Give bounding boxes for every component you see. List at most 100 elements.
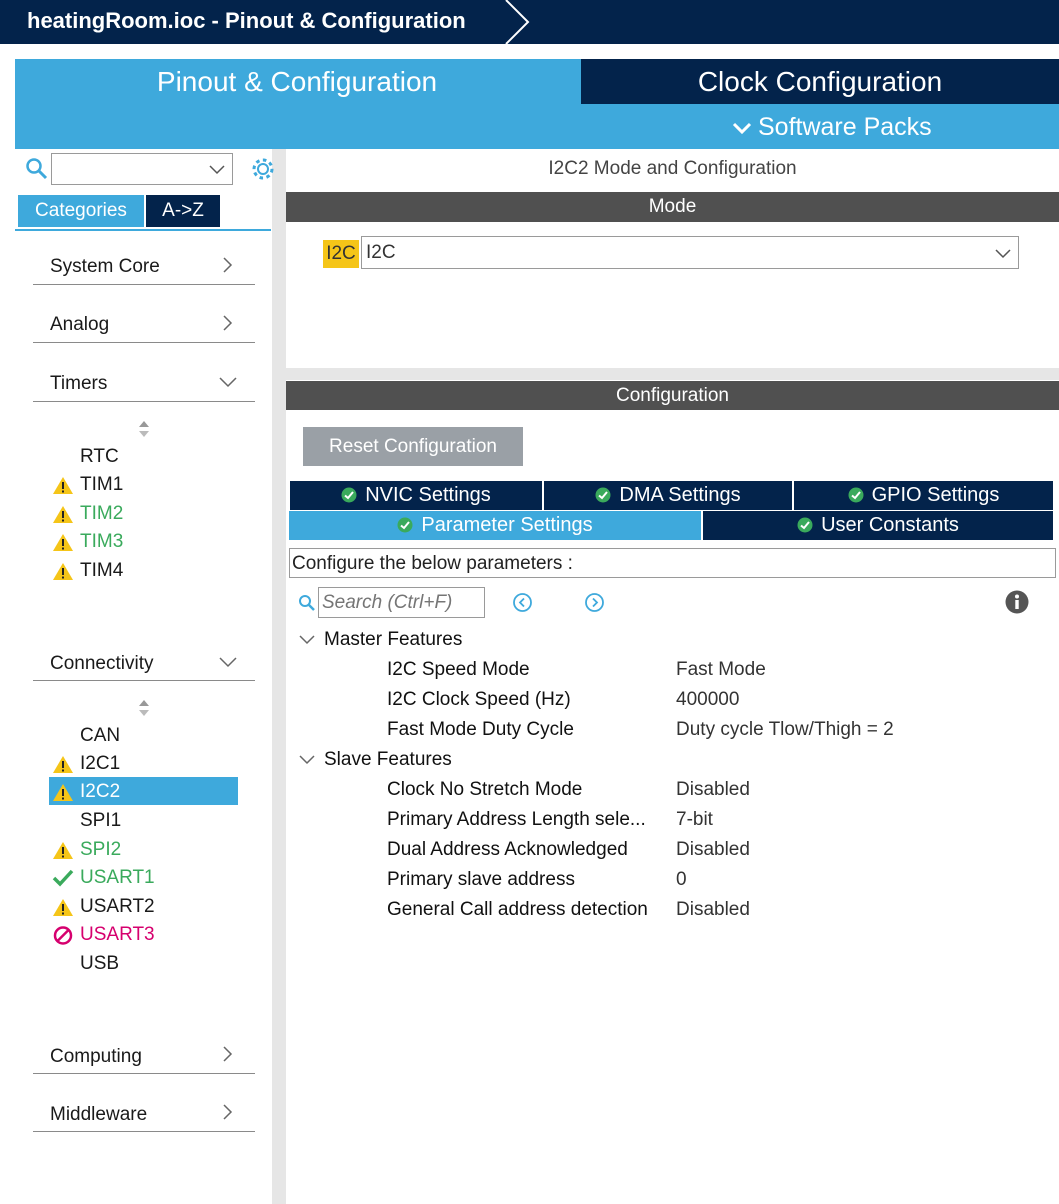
group-slave-features[interactable]: Slave Features [324, 749, 452, 771]
reset-configuration-button[interactable]: Reset Configuration [303, 427, 523, 466]
breadcrumb[interactable]: heatingRoom.ioc - Pinout & Configuration [0, 0, 505, 44]
software-packs-label: Software Packs [758, 113, 932, 141]
connectivity-item-i2c2[interactable]: I2C2 [80, 781, 120, 803]
param-name[interactable]: Fast Mode Duty Cycle [387, 719, 574, 741]
connectivity-item-i2c1[interactable]: I2C1 [80, 753, 120, 775]
check-circle-icon [797, 517, 813, 533]
panel-splitter[interactable] [272, 149, 286, 1204]
chevron-right-icon[interactable] [218, 1045, 238, 1063]
connectivity-item-spi1[interactable]: SPI1 [80, 810, 121, 832]
parameters-description: Configure the below parameters : [289, 548, 1056, 578]
check-icon [52, 869, 74, 887]
chevron-down-icon [732, 123, 752, 135]
warning-icon [53, 563, 73, 580]
disabled-icon [53, 926, 73, 945]
warning-icon [53, 477, 73, 494]
tab-gpio-settings[interactable]: GPIO Settings [794, 481, 1053, 510]
group-master-features[interactable]: Master Features [324, 629, 462, 651]
mode-header: Mode [286, 192, 1059, 222]
next-match-icon[interactable] [584, 592, 605, 613]
mode-select[interactable]: I2C [361, 236, 1019, 269]
chevron-right-icon[interactable] [218, 1103, 238, 1121]
mode-select-value: I2C [366, 242, 396, 263]
chevron-down-icon[interactable] [298, 753, 316, 767]
chevron-down-icon[interactable] [994, 248, 1012, 260]
check-circle-icon [341, 487, 357, 503]
param-value[interactable]: Duty cycle Tlow/Thigh = 2 [676, 719, 894, 741]
search-icon[interactable] [25, 157, 49, 181]
sort-icon[interactable] [137, 699, 151, 717]
panel-title: I2C2 Mode and Configuration [548, 158, 797, 179]
tab-label: Parameter Settings [421, 514, 593, 536]
warning-icon [53, 842, 73, 859]
timer-item-tim4[interactable]: TIM4 [80, 560, 123, 582]
chevron-down-icon[interactable] [218, 374, 238, 390]
warning-icon [53, 784, 73, 801]
chevron-right-icon[interactable] [218, 314, 238, 332]
param-name[interactable]: I2C Clock Speed (Hz) [387, 689, 571, 711]
warning-icon [53, 899, 73, 916]
param-value[interactable]: 0 [676, 869, 687, 891]
tab-label: NVIC Settings [365, 484, 491, 506]
parameter-search-input[interactable] [318, 587, 485, 618]
param-value[interactable]: Fast Mode [676, 659, 766, 681]
param-value[interactable]: Disabled [676, 779, 750, 801]
info-icon[interactable] [1005, 590, 1029, 614]
sort-icon[interactable] [137, 420, 151, 438]
tab-label: User Constants [821, 514, 959, 536]
connectivity-item-usart1[interactable]: USART1 [80, 867, 155, 889]
chevron-down-icon[interactable] [298, 633, 316, 647]
connectivity-item-can[interactable]: CAN [80, 725, 120, 747]
param-name[interactable]: Dual Address Acknowledged [387, 839, 628, 861]
param-value[interactable]: 400000 [676, 689, 739, 711]
tab-a-to-z[interactable]: A->Z [146, 195, 220, 227]
chevron-down-icon[interactable] [208, 164, 226, 176]
gear-icon[interactable] [250, 156, 276, 182]
connectivity-item-spi2[interactable]: SPI2 [80, 839, 121, 861]
param-name[interactable]: General Call address detection [387, 899, 648, 921]
param-value[interactable]: Disabled [676, 899, 750, 921]
param-name[interactable]: Clock No Stretch Mode [387, 779, 582, 801]
selected-row-highlight [49, 777, 238, 805]
param-name[interactable]: I2C Speed Mode [387, 659, 530, 681]
tab-label: GPIO Settings [871, 484, 1000, 506]
previous-match-icon[interactable] [512, 592, 533, 613]
divider [33, 401, 255, 402]
chevron-right-icon[interactable] [218, 256, 238, 274]
tab-dma-settings[interactable]: DMA Settings [544, 481, 792, 510]
tab-clock-configuration[interactable]: Clock Configuration [581, 59, 1059, 104]
param-name[interactable]: Primary Address Length sele... [387, 809, 646, 831]
connectivity-item-usart3[interactable]: USART3 [80, 924, 155, 946]
param-name[interactable]: Primary slave address [387, 869, 575, 891]
tab-user-constants[interactable]: User Constants [703, 511, 1053, 540]
connectivity-item-usb[interactable]: USB [80, 953, 119, 975]
param-value[interactable]: 7-bit [676, 809, 713, 831]
warning-icon [53, 756, 73, 773]
timer-item-tim1[interactable]: TIM1 [80, 474, 123, 496]
tab-parameter-settings[interactable]: Parameter Settings [289, 511, 701, 540]
check-circle-icon [595, 487, 611, 503]
check-circle-icon [397, 517, 413, 533]
divider [33, 1131, 255, 1132]
divider [33, 680, 255, 681]
panel-splitter[interactable] [286, 368, 1059, 380]
connectivity-item-usart2[interactable]: USART2 [80, 896, 155, 918]
timer-item-tim3[interactable]: TIM3 [80, 531, 123, 553]
tab-categories[interactable]: Categories [18, 195, 144, 227]
divider [33, 1073, 255, 1074]
configuration-header: Configuration [286, 381, 1059, 410]
divider [33, 342, 255, 343]
tab-nvic-settings[interactable]: NVIC Settings [290, 481, 542, 510]
tab-pinout-configuration[interactable]: Pinout & Configuration [15, 59, 579, 104]
timer-item-rtc[interactable]: RTC [80, 446, 119, 468]
search-icon [299, 595, 315, 611]
timer-item-tim2[interactable]: TIM2 [80, 503, 123, 525]
warning-icon [53, 534, 73, 551]
divider [15, 229, 271, 231]
tab-software-packs[interactable]: Software Packs [732, 106, 932, 148]
tab-label: DMA Settings [619, 484, 741, 506]
param-value[interactable]: Disabled [676, 839, 750, 861]
chevron-down-icon[interactable] [218, 654, 238, 670]
left-margin [0, 149, 15, 1204]
component-search-input[interactable] [51, 153, 233, 185]
